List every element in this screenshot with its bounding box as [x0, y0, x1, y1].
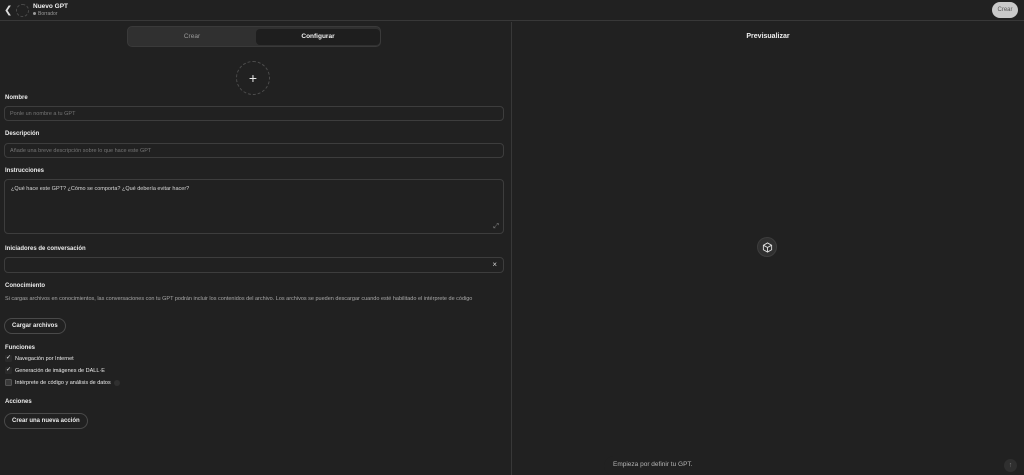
cube-icon	[757, 237, 777, 257]
tab-create[interactable]: Crear	[130, 29, 254, 45]
status-dot-icon	[33, 12, 36, 16]
tab-configure[interactable]: Configurar	[256, 29, 380, 45]
config-panel: Crear Configurar + Nombre Descripción In…	[0, 22, 511, 475]
gpt-status: Borrador	[33, 11, 57, 17]
capability-label: Intérprete de código y análisis de datos	[15, 379, 111, 386]
knowledge-label: Conocimiento	[5, 283, 45, 289]
capability-label: Navegación por Internet	[15, 355, 74, 362]
starters-label: Iniciadores de conversación	[5, 246, 86, 252]
status-text: Borrador	[38, 11, 58, 17]
checkmark-icon[interactable]: ✓	[5, 367, 12, 374]
description-input[interactable]	[4, 143, 504, 158]
preview-title: Previsualizar	[746, 33, 790, 40]
capability-web-browsing[interactable]: ✓ Navegación por Internet	[5, 355, 74, 364]
preview-panel: Previsualizar Empieza por definir tu GPT…	[512, 22, 1024, 475]
name-label: Nombre	[5, 95, 28, 101]
description-label: Descripción	[5, 131, 40, 137]
actions-label: Acciones	[5, 399, 32, 405]
mode-tabs: Crear Configurar	[127, 26, 381, 47]
conversation-starter-input[interactable]: ×	[4, 257, 504, 273]
gpt-title: Nuevo GPT	[33, 3, 69, 10]
capability-code-interpreter[interactable]: Intérprete de código y análisis de datos	[5, 379, 120, 388]
checkbox-empty-icon[interactable]	[5, 379, 12, 386]
instructions-textarea[interactable]: ¿Qué hace este GPT? ¿Cómo se comporta? ¿…	[4, 179, 504, 234]
instructions-label: Instrucciones	[5, 168, 45, 174]
capability-label: Generación de imágenes de DALL·E	[15, 367, 105, 374]
upload-files-button[interactable]: Cargar archivos	[4, 318, 66, 334]
instructions-placeholder: ¿Qué hace este GPT? ¿Cómo se comporta? ¿…	[11, 186, 190, 192]
top-bar: ❮ Nuevo GPT Borrador Crear	[0, 0, 1024, 21]
add-image-button[interactable]: +	[236, 61, 270, 95]
name-input[interactable]	[4, 106, 504, 121]
capability-dalle[interactable]: ✓ Generación de imágenes de DALL·E	[5, 367, 105, 376]
create-button[interactable]: Crear	[992, 2, 1018, 18]
close-icon[interactable]: ×	[492, 260, 497, 269]
gpt-avatar	[16, 4, 29, 17]
expand-icon[interactable]: ⤢	[493, 223, 499, 231]
capabilities-label: Funciones	[5, 345, 36, 351]
info-icon[interactable]	[113, 379, 120, 386]
chat-placeholder: Empieza por definir tu GPT.	[613, 461, 693, 468]
plus-icon: +	[248, 70, 258, 86]
checkmark-icon[interactable]: ✓	[5, 355, 12, 362]
create-action-button[interactable]: Crear una nueva acción	[4, 413, 88, 429]
knowledge-help-text: Si cargas archivos en conocimientos, las…	[5, 296, 473, 302]
send-arrow-icon[interactable]: ↑	[1004, 459, 1017, 472]
back-chevron-icon[interactable]: ❮	[4, 5, 14, 16]
